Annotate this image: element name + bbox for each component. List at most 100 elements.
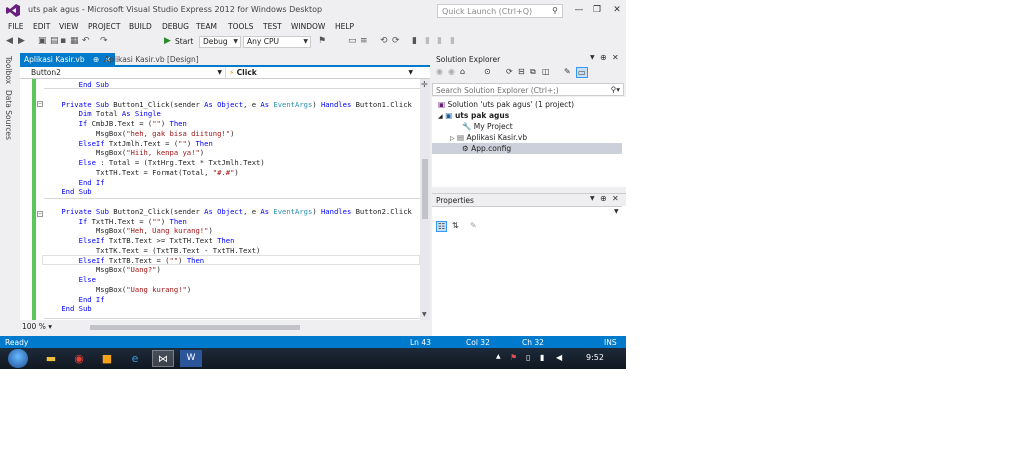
code-line[interactable]: If TxtTH.Text = ("") Then [44, 217, 187, 227]
attach-icon[interactable]: ⚑ [318, 36, 326, 46]
save-all-icon[interactable]: ▦ [70, 36, 79, 46]
tree-node-aplikasi-kasir[interactable]: ▷ ▤ Aplikasi Kasir.vb [450, 132, 610, 143]
pin-icon[interactable]: ⊕ [600, 53, 607, 62]
code-line[interactable]: TxtTK.Text = (TxtTB.Text - TxtTH.Text) [44, 246, 260, 256]
menu-debug[interactable]: DEBUG [162, 22, 189, 31]
window-layout-icon[interactable]: ▭ [348, 36, 357, 46]
volume-icon[interactable]: ◀ [556, 353, 562, 362]
menu-build[interactable]: BUILD [129, 22, 152, 31]
windows-start-button[interactable] [8, 349, 28, 368]
close-icon[interactable]: ✕ [612, 194, 619, 203]
tree-node-app-config[interactable]: ⚙ App.config [432, 143, 622, 154]
home-icon[interactable]: ⌂ [460, 67, 465, 76]
action-center-icon[interactable]: ⚑ [510, 353, 517, 362]
code-line[interactable]: MsgBox("Hiih, kenpa ya!") [44, 148, 204, 158]
explorer-taskbar-icon[interactable]: ▬ [40, 350, 62, 367]
code-line[interactable]: Else [44, 275, 96, 285]
categorized-icon[interactable]: ☷ [436, 221, 448, 232]
code-line[interactable]: ElseIf TxtTB.Text >= TxtTH.Text Then [44, 236, 235, 246]
redo-icon[interactable]: ↷ [100, 36, 108, 46]
back-icon[interactable]: ◀ [6, 36, 13, 46]
internet-explorer-taskbar-icon[interactable]: e [124, 350, 146, 367]
toolbox-tab[interactable]: Toolbox [4, 56, 13, 84]
quick-launch-input[interactable]: Quick Launch (Ctrl+Q) ⚲ [437, 4, 563, 18]
code-line[interactable]: Private Sub Button2_Click(sender As Obje… [44, 207, 412, 217]
pending-changes-icon[interactable]: ⊙ [484, 67, 491, 76]
code-line[interactable]: ElseIf TxtJmlh.Text = ("") Then [44, 139, 213, 149]
properties-icon[interactable]: ✎ [564, 67, 571, 76]
expanded-arrow-icon[interactable]: ◢ [438, 113, 443, 120]
start-button[interactable]: Start [175, 37, 193, 46]
configuration-dropdown[interactable]: Debug ▼ [199, 36, 241, 48]
visual-studio-taskbar-icon[interactable]: ⋈ [152, 350, 174, 367]
close-button[interactable]: ✕ [610, 4, 624, 16]
editor-vertical-scrollbar[interactable]: ✛ ▼ [420, 79, 430, 320]
save-icon[interactable]: ▪ [60, 36, 66, 46]
code-line[interactable]: End If [44, 295, 105, 305]
restore-button[interactable]: ❐ [590, 4, 604, 16]
undo-icon[interactable]: ↶ [82, 36, 90, 46]
code-line[interactable]: ElseIf TxtTB.Text = ("") Then [44, 256, 205, 266]
code-line[interactable]: End Sub [44, 304, 91, 314]
properties-object-selector[interactable] [432, 206, 622, 207]
scroll-thumb[interactable] [422, 159, 428, 219]
chevron-down-icon[interactable]: ▼ [614, 208, 619, 215]
battery-icon[interactable]: ▯ [526, 353, 530, 362]
bookmark-next-icon[interactable]: ▮ [437, 36, 442, 46]
tree-node-project[interactable]: ◢ ▣ uts pak agus [438, 110, 618, 121]
show-all-files-icon[interactable]: ⧉ [530, 67, 536, 77]
code-line[interactable]: MsgBox("Heh, Uang kurang!") [44, 226, 213, 236]
start-icon[interactable]: ▶ [164, 36, 171, 46]
forward-icon[interactable]: ◉ [448, 67, 455, 76]
code-line[interactable]: MsgBox("Uang kurang!") [44, 285, 191, 295]
bookmark-clear-icon[interactable]: ▮ [450, 36, 455, 46]
property-pages-icon[interactable]: ✎ [470, 221, 477, 230]
code-line[interactable]: MsgBox("heh, gak bisa diitung!") [44, 129, 234, 139]
object-dropdown[interactable]: Button2 ▼ [28, 67, 226, 79]
collapsed-arrow-icon[interactable]: ▷ [450, 135, 455, 142]
menu-test[interactable]: TEST [263, 22, 282, 31]
breakpoint-icon[interactable]: ⟳ [392, 36, 400, 46]
new-project-icon[interactable]: ▣ [38, 36, 47, 46]
code-line[interactable]: Private Sub Button1_Click(sender As Obje… [44, 100, 412, 110]
collapse-icon[interactable]: − [37, 101, 43, 107]
menu-window[interactable]: WINDOW [291, 22, 325, 31]
network-icon[interactable]: ▮ [540, 353, 544, 362]
solution-explorer-search[interactable]: Search Solution Explorer (Ctrl+;) ⚲▾ [432, 83, 624, 96]
pin-icon[interactable]: ⊕ [600, 194, 607, 203]
menu-project[interactable]: PROJECT [88, 22, 120, 31]
media-player-taskbar-icon[interactable]: ■ [96, 350, 118, 367]
word-taskbar-icon[interactable]: W [180, 350, 202, 367]
member-dropdown[interactable]: ⚡ Click ▼ [226, 67, 416, 79]
minimize-button[interactable]: — [572, 4, 586, 16]
code-line[interactable]: If CmbJB.Text = ("") Then [44, 119, 187, 129]
open-file-icon[interactable]: ▤ [50, 36, 59, 46]
forward-icon[interactable]: ▶ [18, 36, 25, 46]
alphabetical-icon[interactable]: ⇅ [452, 221, 459, 230]
menu-help[interactable]: HELP [335, 22, 354, 31]
menu-team[interactable]: TEAM [196, 22, 217, 31]
menu-file[interactable]: FILE [8, 22, 23, 31]
code-line[interactable]: End Sub [44, 187, 91, 197]
collapse-icon[interactable]: − [37, 211, 43, 217]
code-editor[interactable]: − − End Sub Private Sub Button1_Click(se… [20, 79, 420, 320]
view-class-icon[interactable]: ◫ [542, 67, 550, 76]
menu-view[interactable]: VIEW [59, 22, 79, 31]
close-icon[interactable]: ✕ [612, 53, 619, 62]
dropdown-icon[interactable]: ▼ [590, 54, 595, 61]
horizontal-scroll-thumb[interactable] [90, 325, 300, 330]
code-line[interactable]: Else : Total = (TxtHrg.Text * TxtJmlh.Te… [44, 158, 265, 168]
clock[interactable]: 9:52 [586, 353, 604, 362]
code-line[interactable]: MsgBox("Uang?") [44, 265, 161, 275]
bookmark-prev-icon[interactable]: ▮ [425, 36, 430, 46]
zoom-dropdown[interactable]: 100 % ▾ [22, 322, 52, 331]
menu-tools[interactable]: TOOLS [228, 22, 253, 31]
code-line[interactable]: Dim Total As Single [44, 109, 161, 119]
data-sources-tab[interactable]: Data Sources [4, 90, 13, 140]
split-icon[interactable]: ✛ [421, 80, 428, 89]
comment-icon[interactable]: ≡ [360, 36, 368, 46]
tree-node-my-project[interactable]: 🔧 My Project [462, 121, 612, 132]
dropdown-icon[interactable]: ▼ [590, 195, 595, 202]
platform-dropdown[interactable]: Any CPU ▼ [243, 36, 311, 48]
back-icon[interactable]: ◉ [436, 67, 443, 76]
